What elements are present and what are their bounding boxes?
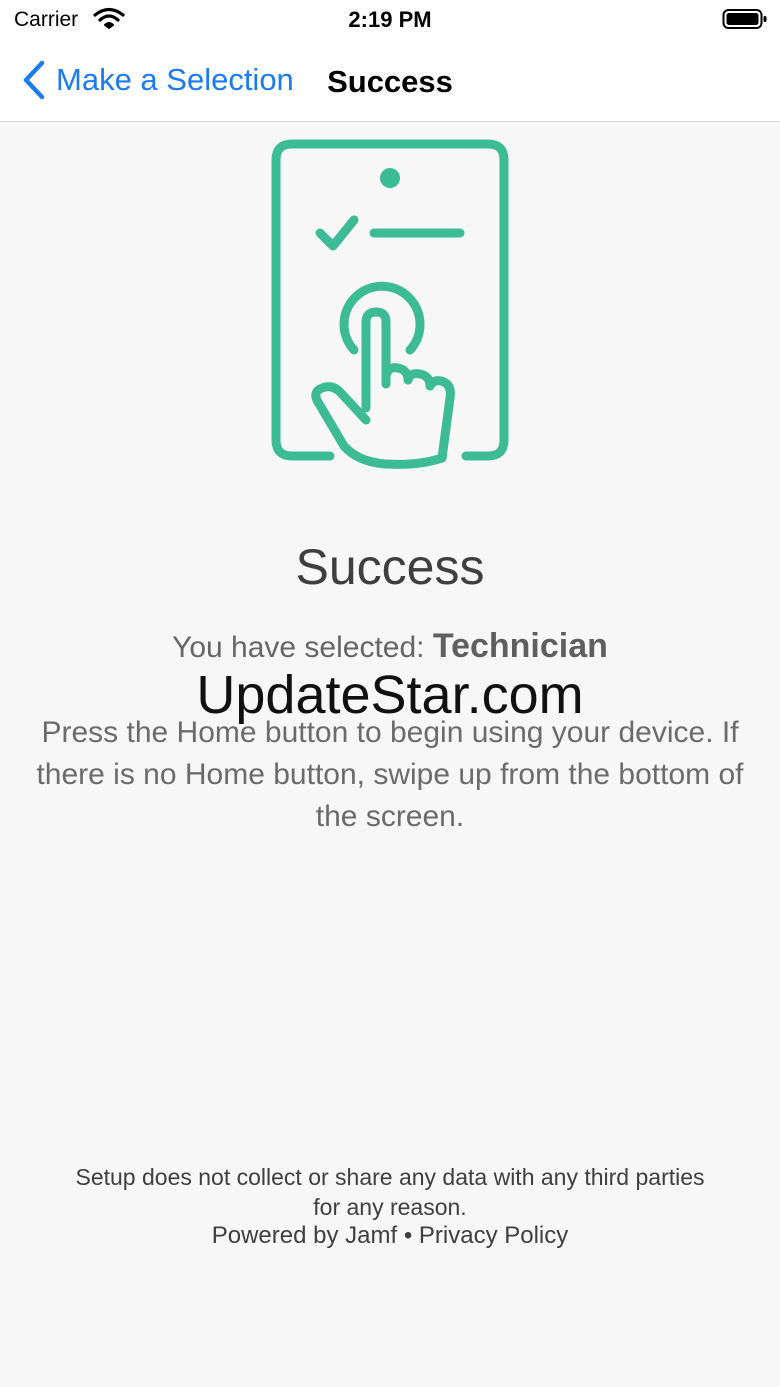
clock: 2:19 PM — [348, 7, 432, 32]
nav-title: Success — [327, 64, 453, 99]
navigation-bar: Make a Selection Success — [0, 40, 780, 122]
battery-icon — [722, 9, 767, 29]
privacy-policy-link[interactable]: Privacy Policy — [419, 1222, 568, 1249]
selected-value: Technician — [432, 627, 608, 665]
selection-summary: You have selected: Technician — [0, 627, 780, 666]
status-bar: Carrier 2:19 PM — [0, 0, 780, 40]
tablet-tap-icon — [271, 139, 509, 469]
watermark: UpdateStar.com — [196, 665, 584, 725]
instructions-text: Press the Home button to begin using you… — [36, 716, 744, 833]
success-heading: Success — [295, 539, 485, 595]
footer-links: Powered by Jamf • Privacy Policy — [0, 1221, 780, 1251]
powered-by-jamf-link[interactable]: Powered by Jamf — [212, 1222, 397, 1249]
footer-separator: • — [403, 1222, 413, 1249]
selection-prefix: You have selected: — [172, 631, 433, 664]
privacy-note: Setup does not collect or share any data… — [75, 1164, 705, 1220]
